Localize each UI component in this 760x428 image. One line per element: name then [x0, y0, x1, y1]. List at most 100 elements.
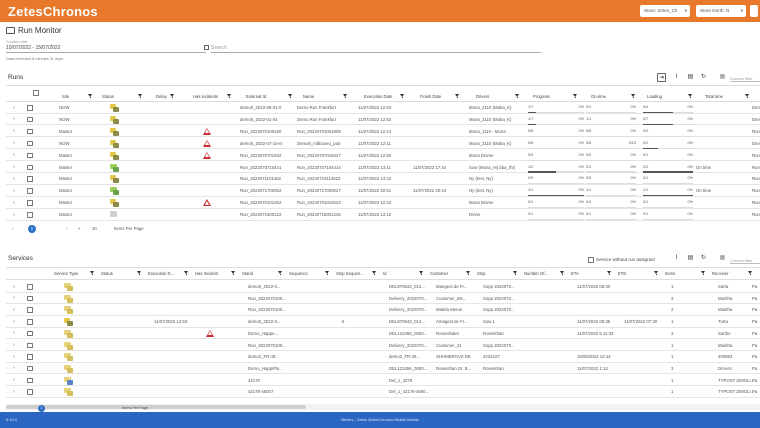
document-icon[interactable]: ▤ [686, 254, 695, 263]
expand-row-icon[interactable]: › [13, 365, 15, 371]
grid-icon[interactable]: ▦ [718, 254, 727, 263]
services-column-header[interactable]: Status [101, 271, 135, 276]
user-menu-button[interactable] [750, 5, 758, 17]
table-row[interactable]: › 11/07/2022 12:53 demo0_2022-0... 6 DEL8706… [6, 316, 760, 328]
row-checkbox[interactable] [27, 377, 33, 384]
runs-column-header[interactable]: Name [303, 94, 314, 99]
table-row[interactable]: › Master Run_2022070701832 Run_202207070183… [6, 150, 760, 162]
services-column-header[interactable]: Has Incident [195, 271, 229, 276]
runs-column-header[interactable]: Finish Date [420, 94, 441, 99]
text-icon[interactable]: I [672, 73, 681, 82]
filter-icon[interactable] [343, 94, 348, 99]
row-checkbox[interactable] [27, 188, 33, 194]
filter-icon[interactable] [701, 271, 706, 276]
runs-column-header[interactable]: Progress [533, 94, 550, 99]
expand-row-icon[interactable]: › [13, 116, 15, 122]
table-row[interactable]: › NOW demo0_2022-07-10-m Demo0_mbboxeu_pub 1… [6, 138, 760, 150]
services-column-header[interactable]: Customer [430, 271, 464, 276]
calendar-icon[interactable] [204, 45, 209, 50]
row-checkbox[interactable] [27, 105, 33, 111]
services-pager-page[interactable]: 1 [38, 405, 45, 412]
filter-icon[interactable] [573, 94, 578, 99]
row-checkbox[interactable] [27, 319, 33, 325]
expand-row-icon[interactable]: › [13, 212, 15, 218]
row-checkbox[interactable] [27, 354, 33, 360]
expand-row-icon[interactable]: › [13, 284, 15, 290]
filter-icon[interactable] [400, 94, 405, 99]
services-column-header[interactable]: Items [665, 271, 699, 276]
runs-column-header[interactable]: Execution Date [364, 94, 392, 99]
row-checkbox[interactable] [27, 284, 33, 290]
expand-row-icon[interactable]: › [13, 128, 15, 134]
row-checkbox[interactable] [27, 140, 33, 147]
table-row[interactable]: › Demo_HappiPlu... DEL123456_0000... Rosent… [6, 363, 760, 375]
table-row[interactable]: › Mastor Run_2022071700052 Run_202207170005… [6, 185, 760, 197]
services-column-header[interactable]: Id [383, 271, 417, 276]
filter-icon[interactable] [231, 271, 236, 276]
row-checkbox[interactable] [27, 389, 33, 395]
row-checkbox[interactable] [27, 164, 33, 170]
text-icon[interactable]: I [672, 254, 681, 263]
row-checkbox[interactable] [27, 330, 33, 337]
runs-column-header[interactable]: Total time [705, 94, 723, 99]
services-column-header[interactable]: Service Type [54, 271, 88, 276]
table-row[interactable]: › demo0_2022-0... DEL870643_012... Mangeot … [6, 281, 760, 293]
expand-row-icon[interactable]: › [13, 377, 15, 383]
expand-row-icon[interactable]: › [13, 200, 15, 206]
row-checkbox[interactable] [27, 200, 33, 206]
expand-row-icon[interactable]: › [13, 319, 15, 325]
runs-page-size-select[interactable]: 10 [92, 226, 97, 231]
filter-icon[interactable] [170, 94, 175, 99]
date-range-field[interactable]: 10/07/2022 - 15/07/2022 [6, 45, 206, 53]
horizontal-scrollbar[interactable] [6, 404, 760, 410]
services-column-header[interactable]: Receiver [712, 271, 746, 276]
runs-column-header[interactable]: Delay [156, 94, 167, 99]
expand-row-icon[interactable]: › [13, 295, 15, 301]
runs-pager-page[interactable]: 1 [28, 225, 36, 233]
runs-column-header[interactable]: On-time [591, 94, 606, 99]
filter-icon[interactable] [138, 94, 143, 99]
service-without-run-checkbox[interactable] [588, 257, 594, 263]
row-checkbox[interactable] [27, 176, 33, 182]
table-row[interactable]: › demo2_FR:40... demo2_FR:40... SHHMEROVZ D… [6, 351, 760, 363]
row-checkbox[interactable] [27, 152, 33, 159]
filter-icon[interactable] [560, 271, 565, 276]
filter-icon[interactable] [688, 94, 693, 99]
services-column-header[interactable]: Stand [242, 271, 276, 276]
runs-column-header[interactable]: Drivers [476, 94, 489, 99]
grid-icon[interactable]: ▦ [718, 73, 727, 82]
services-column-header[interactable]: Execution D... [148, 271, 182, 276]
store-select[interactable]: Store: Zetes_Ch ▾ [640, 5, 690, 17]
table-row[interactable]: › Run_2022070100... Delivery_2022070... Cus… [6, 293, 760, 305]
filter-icon[interactable] [325, 271, 330, 276]
table-row[interactable]: › NOW demo0_2022-05-01-0 Demo Run Frankfurt… [6, 102, 760, 114]
filter-icon[interactable] [466, 271, 471, 276]
runs-pager-last[interactable]: » [78, 226, 80, 231]
filter-icon[interactable] [278, 271, 283, 276]
services-column-filter[interactable]: Column filter [730, 258, 760, 264]
row-checkbox[interactable] [27, 116, 33, 123]
filter-icon[interactable] [372, 271, 377, 276]
app-logo[interactable]: ZetesChronos [8, 4, 98, 19]
filter-icon[interactable] [137, 271, 142, 276]
services-column-header[interactable]: Stop [477, 271, 511, 276]
expand-row-icon[interactable]: › [13, 164, 15, 170]
filter-icon[interactable] [227, 94, 232, 99]
row-checkbox[interactable] [27, 307, 33, 313]
expand-row-icon[interactable]: › [13, 330, 15, 336]
filter-icon[interactable] [88, 94, 93, 99]
refresh-icon[interactable]: ↻ [699, 73, 708, 82]
filter-icon[interactable] [513, 271, 518, 276]
table-row[interactable]: › Run_2022070100... Delivery_2022070... Cus… [6, 340, 760, 351]
scrollbar-thumb[interactable] [6, 405, 306, 409]
table-row[interactable]: › Mastor Run_2022071500122 Run_202207150012… [6, 209, 760, 221]
store-north-select[interactable]: Store North: N ▾ [696, 5, 746, 17]
services-column-header[interactable]: ETD [618, 271, 652, 276]
filter-icon[interactable] [455, 94, 460, 99]
expand-row-icon[interactable]: › [13, 342, 15, 348]
row-checkbox[interactable] [27, 128, 33, 135]
runs-pager-next[interactable]: › [66, 226, 67, 231]
filter-icon[interactable] [631, 94, 636, 99]
services-column-header[interactable]: ETA [571, 271, 605, 276]
runs-column-header[interactable]: Has incidents [193, 94, 218, 99]
